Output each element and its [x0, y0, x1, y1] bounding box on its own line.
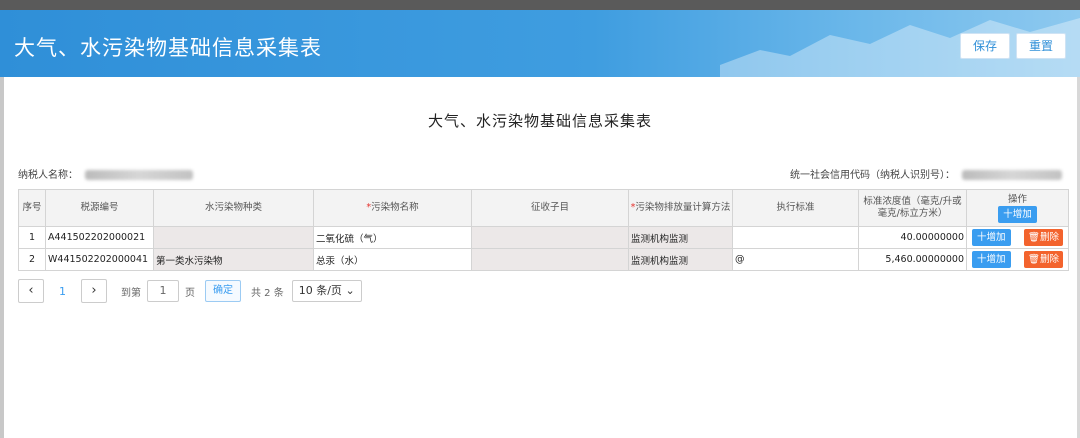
credit-code: 统一社会信用代码（纳税人识别号）： — [790, 166, 1063, 181]
col-seq: 序号 — [18, 189, 46, 227]
window-top-bar — [0, 0, 1080, 10]
reset-button[interactable]: 重置 — [1015, 33, 1066, 59]
credit-code-label: 统一社会信用代码（纳税人识别号）： — [790, 170, 955, 181]
col-source-no: 税源编号 — [45, 189, 154, 227]
col-standard: 执行标准 — [732, 189, 859, 227]
col-calc-method-label: 污染物排放量计算方法 — [635, 202, 731, 213]
pollutant-table: 序号 税源编号 水污染物种类 *污染物名称 征收子目 *污染物排放量计算方法 执… — [18, 189, 1069, 271]
page-size-value: 10 条/页 — [298, 284, 342, 297]
col-ops-label: 操作 — [1007, 193, 1027, 205]
cell-standard[interactable]: @ — [732, 248, 859, 271]
row-add-button[interactable]: 十增加 — [972, 229, 1011, 246]
cell-calc-method[interactable]: 监测机构监测 — [628, 226, 733, 249]
confirm-page-button[interactable]: 确定 — [205, 280, 241, 302]
row-delete-label: 删除 — [1039, 254, 1059, 265]
form-title: 大气、水污染物基础信息采集表 — [427, 112, 652, 130]
cell-water-type[interactable]: 第一类水污染物 — [153, 248, 314, 271]
col-sub-item: 征收子目 — [471, 189, 629, 227]
table-row: 1 A441502202000021 二氧化硫（气） 监测机构监测 40.000… — [18, 226, 1069, 249]
next-page-button[interactable]: › — [81, 279, 107, 303]
trash-icon: 🗑 — [1027, 232, 1040, 243]
goto-label: 到第 — [121, 287, 141, 299]
page-unit-label: 页 — [185, 287, 195, 299]
total-count: 共 2 条 — [251, 287, 284, 299]
page-number-input[interactable]: 1 — [147, 280, 179, 302]
redacted-credit-code — [962, 170, 1063, 180]
page-header: 大气、水污染物基础信息采集表 保存 重置 — [0, 10, 1080, 77]
current-page[interactable]: 1 — [59, 285, 66, 298]
trash-icon: 🗑 — [1027, 254, 1040, 265]
cell-ops: 十增加 🗑删除 — [966, 248, 1069, 271]
row-delete-button[interactable]: 🗑删除 — [1023, 251, 1063, 268]
col-pollutant-name: *污染物名称 — [313, 189, 472, 227]
cell-pollutant-name[interactable]: 总汞（水） — [313, 248, 472, 271]
save-button[interactable]: 保存 — [959, 33, 1010, 59]
cell-concentration[interactable]: 5,460.00000000 — [858, 248, 967, 271]
cell-calc-method[interactable]: 监测机构监测 — [628, 248, 733, 271]
taxpayer-name-label: 纳税人名称： — [18, 170, 78, 181]
table-row: 2 W441502202000041 第一类水污染物 总汞（水） 监测机构监测 … — [18, 248, 1069, 271]
page-title: 大气、水污染物基础信息采集表 — [14, 36, 322, 60]
prev-page-button[interactable]: ‹ — [18, 279, 44, 303]
chevron-down-icon: ⌄ — [345, 284, 355, 297]
cell-water-type[interactable] — [153, 226, 314, 249]
row-delete-button[interactable]: 🗑删除 — [1023, 229, 1063, 246]
col-ops: 操作 十增加 — [966, 189, 1069, 227]
cell-sub-item[interactable] — [471, 248, 629, 271]
taxpayer-name: 纳税人名称： — [18, 166, 194, 181]
cell-seq: 2 — [18, 248, 46, 271]
redacted-taxpayer-name — [85, 170, 194, 180]
col-calc-method: *污染物排放量计算方法 — [628, 189, 733, 227]
row-delete-label: 删除 — [1039, 232, 1059, 243]
cell-ops: 十增加 🗑删除 — [966, 226, 1069, 249]
header-add-button[interactable]: 十增加 — [998, 205, 1037, 223]
left-frame-edge — [0, 77, 4, 438]
table-header-row: 序号 税源编号 水污染物种类 *污染物名称 征收子目 *污染物排放量计算方法 执… — [18, 189, 1069, 227]
col-concentration: 标准浓度值（毫克/升或毫克/标立方米） — [858, 189, 967, 227]
col-pollutant-name-label: 污染物名称 — [371, 202, 419, 213]
cell-seq: 1 — [18, 226, 46, 249]
pagination: ‹ 1 › 到第 1 页 确定 共 2 条 10 条/页 ⌄ — [18, 279, 362, 303]
cell-source-no: A441502202000021 — [45, 226, 154, 249]
page-size-select[interactable]: 10 条/页 ⌄ — [291, 280, 362, 302]
col-water-type: 水污染物种类 — [153, 189, 314, 227]
cell-pollutant-name[interactable]: 二氧化硫（气） — [313, 226, 472, 249]
cell-source-no: W441502202000041 — [45, 248, 154, 271]
row-add-button[interactable]: 十增加 — [972, 251, 1011, 268]
cell-concentration[interactable]: 40.00000000 — [858, 226, 967, 249]
cell-sub-item[interactable] — [471, 226, 629, 249]
cell-standard[interactable] — [732, 226, 859, 249]
